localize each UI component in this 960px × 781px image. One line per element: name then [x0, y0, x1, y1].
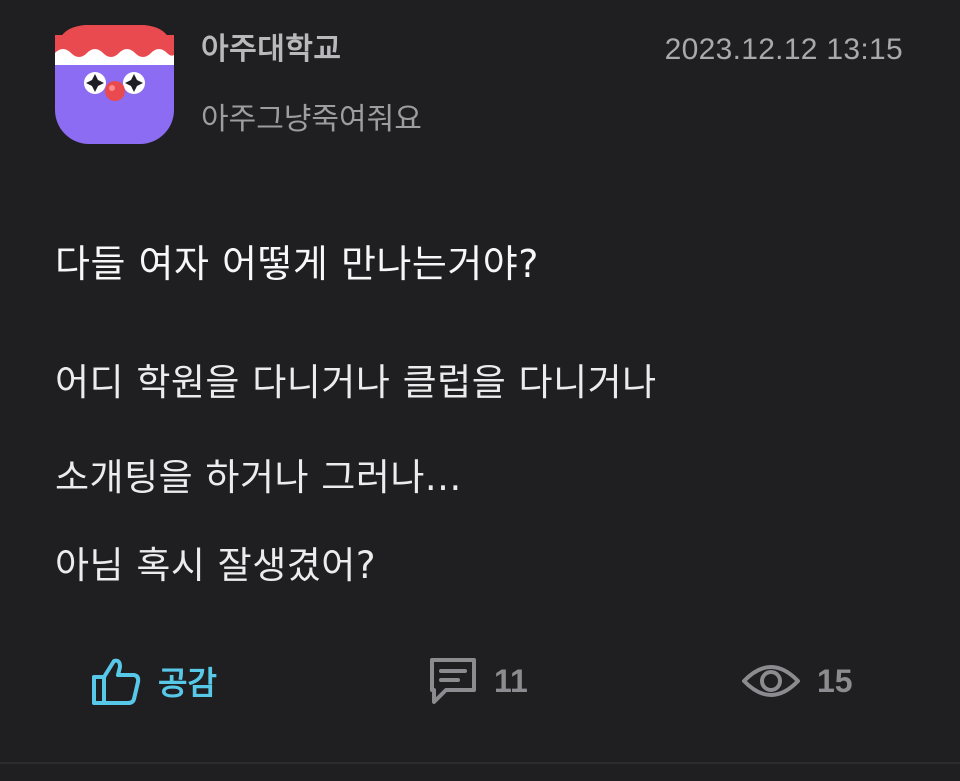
clown-avatar-icon — [55, 25, 174, 144]
post-body-line: 아님 혹시 잘생겼어? — [55, 544, 376, 587]
author-nickname: 아주그냥죽여줘요 — [201, 102, 422, 137]
comments-button[interactable]: 11 — [428, 650, 528, 712]
views-indicator: 15 — [741, 650, 853, 712]
like-label: 공감 — [158, 664, 217, 702]
divider — [0, 762, 960, 764]
comment-icon — [430, 658, 476, 704]
avatar[interactable] — [55, 25, 174, 144]
post-card: 아주대학교 아주그냥죽여줘요 2023.12.12 13:15 다들 여자 어떻… — [0, 0, 960, 781]
post-title: 다들 여자 어떻게 만나는거야? — [55, 242, 539, 286]
thumbs-up-icon — [92, 658, 141, 705]
post-body-line: 어디 학원을 다니거나 클럽을 다니거나 — [55, 361, 657, 404]
post-timestamp: 2023.12.12 13:15 — [664, 33, 903, 66]
post-body-line: 소개팅을 하거나 그러나... — [55, 456, 462, 499]
view-count: 15 — [817, 662, 853, 699]
school-name: 아주대학교 — [201, 32, 342, 67]
like-button[interactable]: 공감 — [90, 650, 217, 712]
post-actions: 공감 11 15 — [0, 650, 960, 712]
eye-icon — [742, 665, 800, 697]
comment-count: 11 — [494, 662, 528, 699]
